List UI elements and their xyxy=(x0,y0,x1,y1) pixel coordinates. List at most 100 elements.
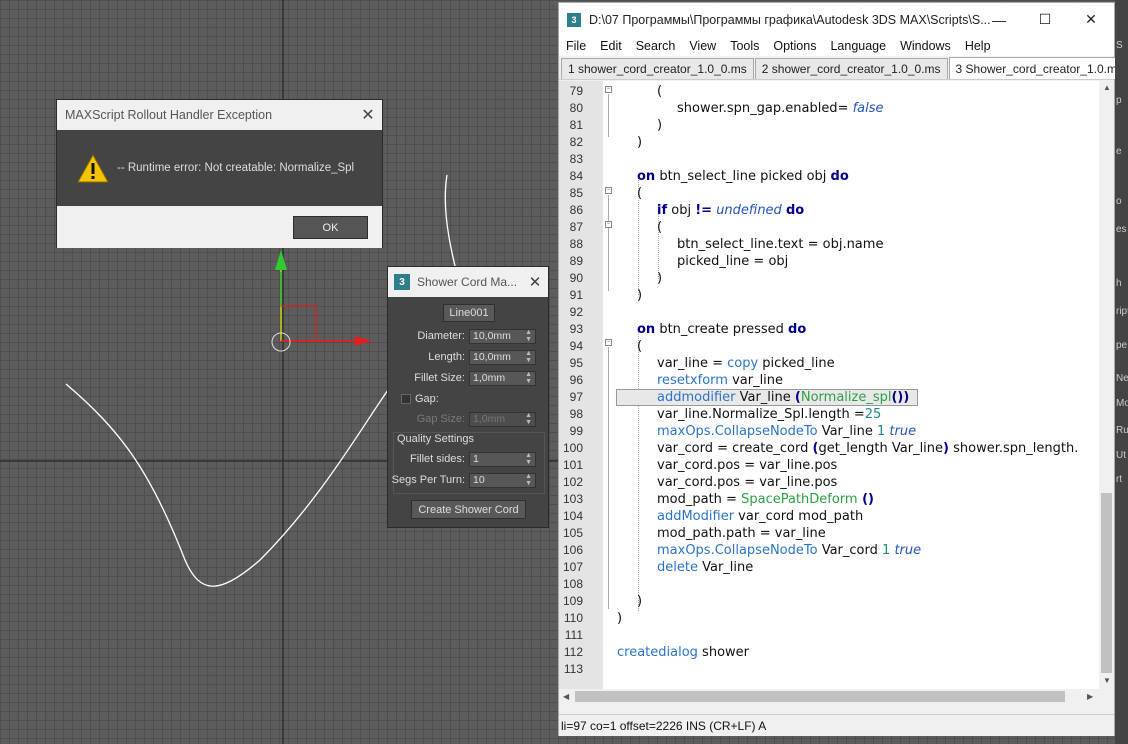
line-number: 80 xyxy=(569,101,583,115)
line-number: 111 xyxy=(564,628,583,642)
line-number: 95 xyxy=(569,356,583,370)
code-line-85: ( xyxy=(637,186,643,201)
maximize-icon[interactable]: ☐ xyxy=(1022,3,1068,36)
fold-marker-icon[interactable]: − xyxy=(605,86,612,93)
diameter-spinner[interactable]: 10,0mm ▲ ▼ xyxy=(469,328,536,344)
file-tabs: 1 shower_cord_creator_1.0_0.ms 2 shower_… xyxy=(559,56,1128,80)
spinner-arrows-icon[interactable]: ▲ ▼ xyxy=(525,371,532,385)
line-number: 100 xyxy=(562,441,583,455)
menubar: File Edit Search View Tools Options Lang… xyxy=(559,36,1114,56)
tab-file-2[interactable]: 2 shower_cord_creator_1.0_0.ms xyxy=(754,58,948,79)
fold-marker-icon[interactable]: − xyxy=(605,187,612,194)
strip-label: Mo xyxy=(1116,398,1128,409)
fold-marker-icon[interactable]: − xyxy=(605,339,612,346)
menu-language[interactable]: Language xyxy=(823,39,893,53)
exception-dialog: MAXScript Rollout Handler Exception ✕ --… xyxy=(56,99,383,248)
vertical-scroll-thumb[interactable] xyxy=(1101,493,1112,673)
line-number: 92 xyxy=(569,305,583,319)
menu-options[interactable]: Options xyxy=(766,39,823,53)
tab-file-3[interactable]: 3 Shower_cord_creator_1.0.ms xyxy=(948,57,1128,79)
line-number: 83 xyxy=(569,152,583,166)
line-number: 102 xyxy=(562,475,583,489)
scroll-right-icon[interactable]: ▶ xyxy=(1087,692,1093,701)
strip-label: o xyxy=(1116,196,1122,207)
scroll-up-icon[interactable]: ▲ xyxy=(1103,83,1111,92)
menu-tools[interactable]: Tools xyxy=(723,39,766,53)
max-icon: 3 xyxy=(394,274,410,290)
fillet-row: Fillet Size: 1,0mm ▲ ▼ xyxy=(388,370,548,386)
scroll-down-icon[interactable]: ▼ xyxy=(1103,676,1111,685)
rollout-title: Shower Cord Ma... xyxy=(417,275,518,289)
spinner-arrows-icon[interactable]: ▲ ▼ xyxy=(525,350,532,364)
menu-help[interactable]: Help xyxy=(958,39,998,53)
exception-dialog-titlebar: MAXScript Rollout Handler Exception ✕ xyxy=(57,100,382,130)
close-icon[interactable]: ✕ xyxy=(354,100,382,130)
vertical-scrollbar[interactable]: ▲ ▼ xyxy=(1099,81,1114,689)
minimize-icon[interactable]: — xyxy=(976,3,1022,36)
tab-file-1[interactable]: 1 shower_cord_creator_1.0_0.ms xyxy=(561,58,754,79)
line-number: 89 xyxy=(569,254,583,268)
line-number: 86 xyxy=(569,203,583,217)
fold-marker-icon[interactable]: − xyxy=(605,221,612,228)
strip-label: ript xyxy=(1116,306,1128,317)
line-number: 90 xyxy=(569,271,583,285)
close-icon[interactable]: ✕ xyxy=(522,267,548,297)
line-number: 97 xyxy=(569,390,583,404)
menu-file[interactable]: File xyxy=(559,39,593,53)
exception-dialog-title: MAXScript Rollout Handler Exception xyxy=(65,108,273,122)
horizontal-scroll-thumb[interactable] xyxy=(575,691,1065,702)
menu-search[interactable]: Search xyxy=(629,39,683,53)
line-number: 112 xyxy=(563,645,583,659)
code-area[interactable]: 79 80 81 82 83 84 85 86 87 88 89 90 91 92 93 94 95 96 97 98… xyxy=(559,81,1100,689)
line-number: 107 xyxy=(562,560,583,574)
line-number: 82 xyxy=(569,135,583,149)
gap-checkbox[interactable] xyxy=(401,394,411,404)
code-line-96: resetxform var_line xyxy=(657,373,784,388)
strip-label: h xyxy=(1116,278,1122,289)
line-number: 93 xyxy=(569,322,583,336)
rollout-titlebar: 3 Shower Cord Ma... ✕ xyxy=(388,267,548,297)
line-number: 99 xyxy=(569,424,583,438)
spinner-arrows-icon[interactable]: ▲ ▼ xyxy=(525,412,532,426)
gizmo-y-arrow xyxy=(275,250,287,270)
code-line-110: ) xyxy=(617,611,623,626)
close-icon[interactable]: ✕ xyxy=(1068,3,1114,36)
strip-label: Ne xyxy=(1116,373,1128,384)
script-editor-window: 3 D:\07 Программы\Программы графика\Auto… xyxy=(558,2,1128,736)
menu-view[interactable]: View xyxy=(682,39,723,53)
fillet-spinner[interactable]: 1,0mm ▲ ▼ xyxy=(469,370,536,386)
code-line-109: ) xyxy=(637,594,643,609)
gap-size-label: Gap Size: xyxy=(416,413,465,425)
length-spinner[interactable]: 10,0mm ▲ ▼ xyxy=(469,349,536,365)
strip-label: Ru xyxy=(1116,425,1128,436)
segs-spinner[interactable]: 10 ▲ ▼ xyxy=(469,472,536,488)
code-line-99: maxOps.CollapseNodeTo Var_line 1 true xyxy=(657,424,917,439)
code-line-86: if obj != undefined do xyxy=(657,203,805,218)
ok-button[interactable]: OK xyxy=(293,216,368,239)
spinner-arrows-icon[interactable]: ▲ ▼ xyxy=(525,329,532,343)
line-number: 94 xyxy=(569,339,583,353)
spinner-arrows-icon[interactable]: ▲ ▼ xyxy=(525,473,532,487)
menu-edit[interactable]: Edit xyxy=(593,39,629,53)
select-line-button[interactable]: Line001 xyxy=(443,304,495,322)
fillet-sides-spinner[interactable]: 1 ▲ ▼ xyxy=(469,451,536,467)
menu-windows[interactable]: Windows xyxy=(893,39,958,53)
line-number: 103 xyxy=(562,492,583,506)
gap-size-spinner[interactable]: 1,0mm ▲ ▼ xyxy=(469,411,536,427)
code-line-80: shower.spn_gap.enabled= false xyxy=(677,101,884,116)
code-line-95: var_line = copy picked_line xyxy=(657,356,835,371)
length-value: 10,0mm xyxy=(473,351,511,363)
code-line-105: mod_path.path = var_line xyxy=(657,526,826,541)
gap-row: Gap: xyxy=(388,391,548,407)
warning-icon xyxy=(77,153,109,183)
code-line-104: addModifier var_cord mod_path xyxy=(657,509,864,524)
shower-cord-rollout: 3 Shower Cord Ma... ✕ Line001 Diameter: … xyxy=(387,266,549,528)
scroll-left-icon[interactable]: ◀ xyxy=(563,692,569,701)
code-line-97-current: addmodifier Var_line (Normalize_spl()) xyxy=(616,389,918,406)
code-line-89: picked_line = obj xyxy=(677,254,789,269)
exception-message: -- Runtime error: Not creatable: Normali… xyxy=(117,162,355,174)
spinner-arrows-icon[interactable]: ▲ ▼ xyxy=(525,452,532,466)
code-line-100: var_cord = create_cord (get_length Var_l… xyxy=(657,441,1079,456)
create-shower-cord-button[interactable]: Create Shower Cord xyxy=(411,500,526,519)
horizontal-scrollbar[interactable]: ◀ ▶ xyxy=(559,689,1100,704)
